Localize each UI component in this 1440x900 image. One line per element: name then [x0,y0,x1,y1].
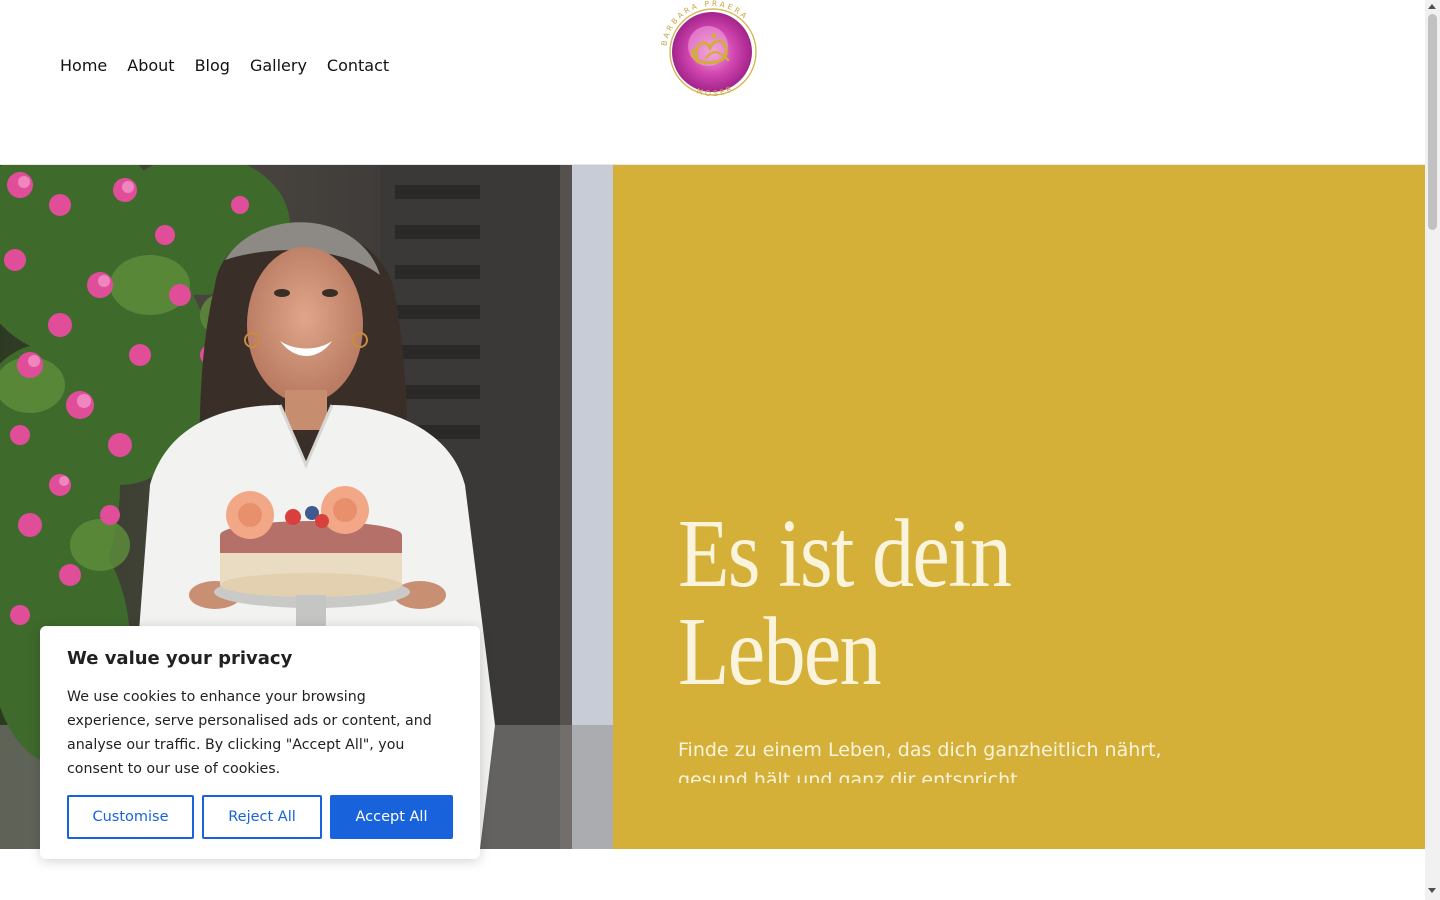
cookie-body: We use cookies to enhance your browsing … [67,689,432,777]
hero-title: Es ist dein Leben [678,505,1125,701]
main-nav: Home About Blog Gallery Contact [60,56,389,75]
nav-item-about[interactable]: About [127,56,174,75]
hero-text-panel: Es ist dein Leben Finde zu einem Leben, … [613,165,1425,849]
page-scrollbar[interactable] [1425,0,1440,900]
hero-title-line-1: Es ist dein [678,500,1012,608]
cookie-title: We value your privacy [67,648,293,669]
reject-all-button[interactable]: Reject All [202,795,322,839]
hero-title-line-2: Leben [678,598,882,706]
cookie-consent-banner: We value your privacy We use cookies to … [40,626,480,859]
nav-item-blog[interactable]: Blog [195,56,230,75]
accept-all-button[interactable]: Accept All [330,795,453,839]
site-header: Home About Blog Gallery Contact BARBARA … [0,0,1425,165]
nav-item-gallery[interactable]: Gallery [250,56,307,75]
nav-item-home[interactable]: Home [60,56,107,75]
page: Home About Blog Gallery Contact BARBARA … [0,0,1440,900]
hero-subtitle: Finde zu einem Leben, das dich ganzheitl… [678,739,1162,783]
scroll-up-arrow-icon[interactable] [1428,4,1436,9]
site-logo[interactable]: BARBARA PRAERA MOSER [656,0,768,108]
nav-item-contact[interactable]: Contact [327,56,389,75]
scroll-down-arrow-icon[interactable] [1428,888,1436,893]
scrollbar-thumb[interactable] [1428,14,1437,230]
cookie-button-row: Customise Reject All Accept All [67,795,453,839]
customise-button[interactable]: Customise [67,795,194,839]
